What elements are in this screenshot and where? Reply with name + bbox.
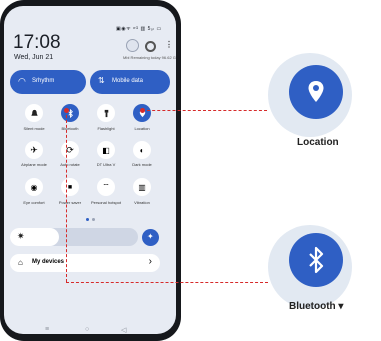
tile-label: Silent mode <box>23 126 45 131</box>
tile-auto-rotate[interactable]: ⟳ <box>61 141 79 159</box>
wifi-tile[interactable]: ◠ Srhythm <box>10 70 86 94</box>
tile-location[interactable] <box>133 104 151 122</box>
location-icon <box>308 81 324 102</box>
eye-icon: ◉ <box>30 182 38 192</box>
tile-label: DT Ultra V <box>96 162 116 167</box>
data-remaining: Mbl Remaining today 96.62 G <box>123 55 176 60</box>
chevron-right-icon: › <box>148 256 152 267</box>
mobile-data-icon: ⇅ <box>98 76 105 85</box>
auto-brightness-icon: ✦ <box>147 232 154 241</box>
mobile-data-tile-label: Mobile data <box>112 78 144 84</box>
home-button[interactable]: ○ <box>85 326 89 333</box>
video-icon: ■ <box>67 183 73 191</box>
my-devices-row[interactable]: ⌂ My devices › <box>10 254 160 272</box>
bluetooth-leader-horizontal <box>66 282 268 283</box>
tile-label: Airplane mode <box>21 162 47 167</box>
tile-label: Power saver <box>58 200 82 205</box>
hotspot-icon: ⌔ <box>102 182 110 191</box>
tile-personal-hotspot[interactable]: ⌔ <box>97 178 115 196</box>
tile-vibration[interactable]: ▥ <box>133 178 151 196</box>
bluetooth-icon <box>309 246 324 274</box>
dark-mode-icon: ◐ <box>139 145 145 155</box>
tile-label: Dark mode <box>132 162 152 167</box>
location-callout-label: Location <box>297 137 339 148</box>
settings-gear-icon[interactable] <box>145 41 156 52</box>
mobile-data-tile[interactable]: ⇅ Mobile data <box>90 70 170 94</box>
tile-label: Vibration <box>134 200 150 205</box>
more-menu-icon[interactable]: ⋮ <box>165 40 173 49</box>
tile-label: Eye comfort <box>23 200 45 205</box>
bluetooth-leader-dot <box>64 108 69 113</box>
tile-dt-ultra[interactable]: ◧ <box>97 141 115 159</box>
bell-icon <box>30 109 38 116</box>
tile-label: Location <box>134 126 150 131</box>
vibration-icon: ▥ <box>138 182 146 192</box>
tile-silent-mode[interactable] <box>25 104 43 122</box>
bluetooth-tile-enlarged <box>289 233 343 287</box>
location-tile-enlarged <box>289 65 343 119</box>
my-devices-label: My devices <box>32 259 65 265</box>
home-icon: ⌂ <box>18 258 23 267</box>
tile-flashlight[interactable] <box>97 104 115 122</box>
rotate-icon: ⟳ <box>66 144 74 155</box>
clock: 17:08 <box>13 32 61 53</box>
bluetooth-callout-label: Bluetooth ▾ <box>289 301 344 312</box>
wifi-tile-label: Srhythm <box>32 78 55 84</box>
location-leader-line <box>142 110 267 111</box>
tile-label: Bluetooth <box>61 126 79 131</box>
location-leader-dot <box>140 108 145 113</box>
recents-button[interactable]: ≡ <box>45 326 49 333</box>
page-indicator-active <box>86 218 89 221</box>
tile-label: Auto rotate <box>60 162 80 167</box>
tile-power-saver[interactable]: ■ <box>61 178 79 196</box>
wifi-icon: ◠ <box>18 76 26 86</box>
brightness-slider[interactable]: ✷ <box>10 228 138 246</box>
sun-icon: ✷ <box>17 231 25 241</box>
quick-settings-panel: ▣◉ᯤ ⁸ᴳ ▥ 5ₒₗ ▭ 17:08 Wed, Jun 21 ⋮ Mbl R… <box>4 6 176 334</box>
flashlight-icon <box>104 109 108 117</box>
date-label: Wed, Jun 21 <box>14 54 54 61</box>
battery-saver-icon: ◧ <box>102 145 110 155</box>
status-bar: ▣◉ᯤ ⁸ᴳ ▥ 5ₒₗ ▭ <box>116 26 162 32</box>
tile-label: Flashlight <box>97 126 115 131</box>
phone-frame: ▣◉ᯤ ⁸ᴳ ▥ 5ₒₗ ▭ 17:08 Wed, Jun 21 ⋮ Mbl R… <box>0 0 181 341</box>
tile-label: Personal hotspot <box>90 200 122 205</box>
auto-brightness-button[interactable]: ✦ <box>142 229 159 246</box>
tile-airplane-mode[interactable]: ✈ <box>25 141 43 159</box>
airplane-icon: ✈ <box>30 144 38 155</box>
back-button[interactable]: ◁ <box>121 326 126 334</box>
account-icon[interactable] <box>126 39 139 52</box>
tile-dark-mode[interactable]: ◐ <box>133 141 151 159</box>
bluetooth-leader-vertical <box>66 110 67 282</box>
tile-eye-comfort[interactable]: ◉ <box>25 178 43 196</box>
page-indicator <box>92 218 95 221</box>
tile-bluetooth[interactable] <box>61 104 79 122</box>
